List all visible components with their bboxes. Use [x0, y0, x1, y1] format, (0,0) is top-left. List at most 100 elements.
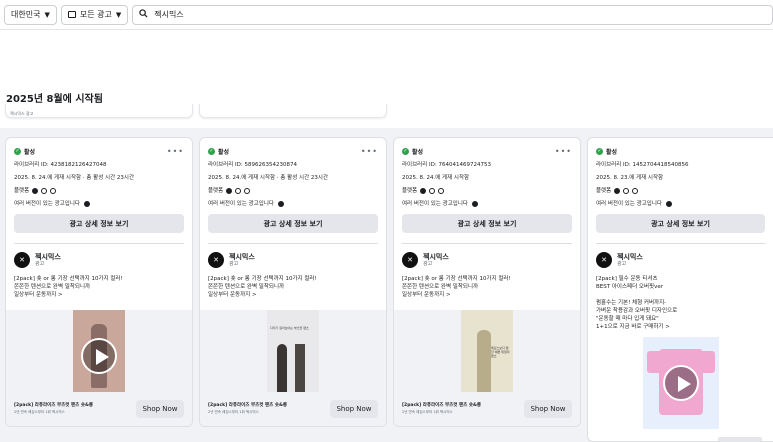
divider: [596, 243, 765, 244]
footer-subtitle: 2년 연속 레깅스부터 1위 젝시믹스: [14, 410, 65, 414]
scroll-indicator[interactable]: [718, 437, 762, 442]
facebook-icon: [420, 188, 427, 194]
stub-label: 젝시믹스 광고: [10, 111, 34, 116]
variants-note: 여러 버전이 있는 광고입니다: [402, 200, 572, 208]
ad-details-button[interactable]: 광고 상세 정보 보기: [596, 214, 765, 233]
ad-details-button[interactable]: 광고 상세 정보 보기: [14, 214, 184, 233]
platform-label: 플랫폼: [14, 188, 30, 194]
check-icon: ✓: [14, 147, 21, 155]
filter-bar: 대한민국 ▼ 모든 광고 ▼ 젝시믹스: [0, 0, 773, 30]
advertiser[interactable]: ✕ 젝시믹스 광고: [208, 252, 378, 268]
play-icon[interactable]: [81, 338, 117, 374]
country-select[interactable]: 대한민국 ▼: [4, 4, 57, 25]
platform-label: 플랫폼: [596, 188, 612, 194]
sponsored-label: 광고: [229, 260, 239, 267]
platform-label: 플랫폼: [402, 188, 418, 194]
product-image: 레깅스보다 편한 예쁜 데일리 팬츠: [461, 310, 513, 402]
divider: [208, 243, 378, 244]
instagram-icon: [235, 188, 242, 194]
advertiser[interactable]: ✕ 젝시믹스 광고: [402, 252, 572, 268]
ad-video[interactable]: [6, 310, 192, 402]
advertiser-name[interactable]: 젝시믹스: [229, 253, 255, 261]
ad-card: ✓ 활성 라이브러리 ID: 1452704418540856 2025. 8. …: [587, 137, 773, 442]
advertiser-avatar[interactable]: ✕: [596, 252, 612, 268]
shop-now-button[interactable]: Shop Now: [524, 400, 572, 418]
ad-footer: [2pack] 라퓨라이즈 부츠컷 팬츠 숏&롱 2년 연속 레깅스부터 1위 젝…: [6, 392, 192, 426]
advertiser[interactable]: ✕ 젝시믹스 광고: [14, 252, 184, 268]
info-icon[interactable]: [277, 201, 284, 207]
ad-image[interactable]: 레깅스보다 편한 예쁜 데일리 팬츠: [394, 310, 580, 402]
footer-subtitle: 2년 연속 레깅스부터 1위 젝시믹스: [402, 410, 453, 414]
advertiser-name[interactable]: 젝시믹스: [35, 253, 61, 261]
library-id: 라이브러리 ID: 589626354230874: [208, 162, 297, 168]
prev-card-stub: 젝시믹스 광고: [5, 104, 193, 118]
advertiser-avatar[interactable]: ✕: [14, 252, 30, 268]
messenger-icon: [438, 188, 445, 194]
ad-image[interactable]: 다리가 길어보이는 부츠컷 팬츠: [200, 310, 386, 402]
facebook-icon: [614, 188, 621, 194]
ad-details-button[interactable]: 광고 상세 정보 보기: [402, 214, 572, 233]
platforms: 플랫폼: [402, 187, 572, 195]
ad-category-select[interactable]: 모든 광고 ▼: [60, 4, 129, 25]
info-icon[interactable]: [471, 201, 478, 207]
caret-down-icon: ▼: [115, 10, 122, 19]
instagram-icon: [623, 188, 630, 194]
platforms: 플랫폼: [14, 187, 184, 195]
messenger-icon: [50, 188, 57, 194]
advertiser-name[interactable]: 젝시믹스: [423, 253, 449, 261]
library-id: 라이브러리 ID: 764041469724753: [402, 162, 491, 168]
ad-card: ✓ 활성 ••• 라이브러리 ID: 4238182126427048 2025.…: [5, 137, 193, 427]
caret-down-icon: ▼: [44, 10, 50, 19]
ad-details-button[interactable]: 광고 상세 정보 보기: [208, 214, 378, 233]
facebook-icon: [32, 188, 39, 194]
facebook-icon: [226, 188, 233, 194]
more-options-icon[interactable]: •••: [555, 147, 572, 156]
search-value: 젝시믹스: [154, 10, 184, 19]
play-icon[interactable]: [662, 365, 699, 401]
search-input[interactable]: 젝시믹스: [132, 4, 773, 25]
ad-body: [2pack] 숏 or 롱 기장 선택까지 10가지 컬러! 쫀쫀한 텐션으로…: [14, 276, 123, 298]
image-caption: 레깅스보다 편한 예쁜 데일리 팬츠: [491, 346, 510, 358]
ad-category-label: 모든 광고: [79, 10, 112, 19]
variants-label: 여러 버전이 있는 광고입니다: [14, 201, 80, 207]
prev-card-stub: [199, 104, 387, 118]
platforms: 플랫폼: [208, 187, 378, 195]
status-badge: ✓ 활성: [596, 147, 617, 156]
check-icon: ✓: [596, 147, 603, 155]
status-label: 활성: [24, 148, 36, 156]
platforms: 플랫폼: [596, 187, 765, 195]
variants-note: 여러 버전이 있는 광고입니다: [596, 200, 765, 208]
more-options-icon[interactable]: •••: [361, 147, 378, 156]
advertiser[interactable]: ✕ 젝시믹스 광고: [596, 252, 765, 268]
variants-label: 여러 버전이 있는 광고입니다: [208, 201, 274, 207]
run-info: 2025. 8. 24.에 게재 시작함 · 총 활성 시간 23시간: [14, 175, 135, 181]
ad-card: ✓ 활성 ••• 라이브러리 ID: 589626354230874 2025. …: [199, 137, 387, 427]
status-badge: ✓ 활성: [402, 147, 423, 156]
sponsored-label: 광고: [35, 260, 45, 267]
ad-footer: [2pack] 라퓨라이즈 부츠컷 팬츠 숏&롱 2년 연속 레깅스부터 1위 젝…: [394, 392, 580, 426]
info-icon[interactable]: [83, 201, 90, 207]
run-info: 2025. 8. 24.에 게재 시작함: [402, 175, 470, 181]
shop-now-button[interactable]: Shop Now: [136, 400, 184, 418]
check-icon: ✓: [208, 147, 215, 155]
divider: [14, 243, 184, 244]
ad-video[interactable]: [588, 337, 773, 429]
ad-body: [2pack] 숏 or 롱 기장 선택까지 10가지 컬러! 쫀쫀한 텐션으로…: [402, 276, 511, 298]
more-options-icon[interactable]: •••: [167, 147, 184, 156]
image-caption: 다리가 길어보이는 부츠컷 팬츠: [270, 326, 309, 330]
ad-card: ✓ 활성 ••• 라이브러리 ID: 764041469724753 2025. …: [393, 137, 581, 427]
advertiser-avatar[interactable]: ✕: [402, 252, 418, 268]
search-icon: [139, 9, 148, 20]
library-id: 라이브러리 ID: 1452704418540856: [596, 162, 689, 168]
advertiser-avatar[interactable]: ✕: [208, 252, 224, 268]
variants-note: 여러 버전이 있는 광고입니다: [208, 200, 378, 208]
run-info: 2025. 8. 23.에 게재 시작함: [596, 175, 664, 181]
sponsored-label: 광고: [423, 260, 433, 267]
platform-label: 플랫폼: [208, 188, 224, 194]
shop-now-button[interactable]: Shop Now: [330, 400, 378, 418]
library-id: 라이브러리 ID: 4238182126427048: [14, 162, 107, 168]
advertiser-name[interactable]: 젝시믹스: [617, 253, 643, 261]
run-info: 2025. 8. 24.에 게재 시작함 · 총 활성 시간 23시간: [208, 175, 329, 181]
info-icon[interactable]: [665, 201, 672, 207]
instagram-icon: [429, 188, 436, 194]
